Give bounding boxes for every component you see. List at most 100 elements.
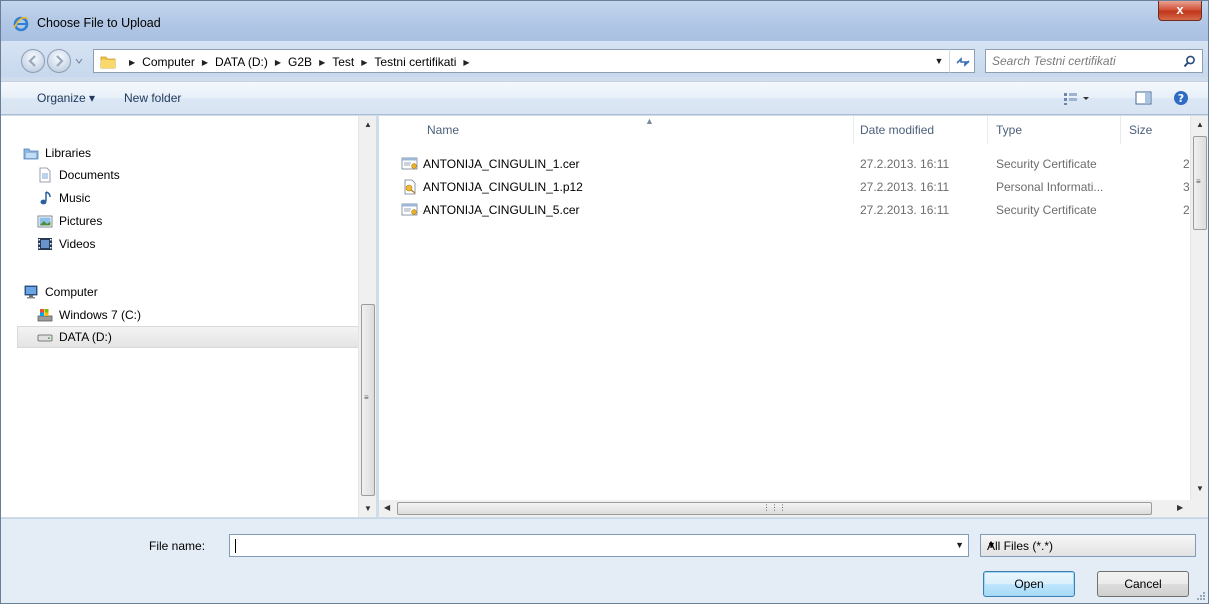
close-button[interactable]: x (1158, 1, 1202, 21)
bottom-panel: File name: ▼ All Files (*.*) ▼ Open Canc… (1, 518, 1208, 603)
breadcrumb-test[interactable]: Test (332, 55, 354, 69)
window-title: Choose File to Upload (37, 16, 161, 30)
file-row[interactable]: ANTONIJA_CINGULIN_1.cer 27.2.2013. 16:11… (397, 153, 1197, 175)
address-row: ▶ Computer ▶ DATA (D:) ▶ G2B ▶ Test ▶ Te… (1, 41, 1208, 77)
nav-videos-label: Videos (59, 237, 96, 251)
address-bar[interactable]: ▶ Computer ▶ DATA (D:) ▶ G2B ▶ Test ▶ Te… (93, 49, 975, 73)
file-type-select[interactable]: All Files (*.*) ▼ (980, 534, 1196, 557)
file-list-scroll-thumb[interactable]: ≡ (1193, 136, 1207, 230)
column-name[interactable]: Name (427, 123, 459, 137)
search-icon[interactable] (1183, 55, 1196, 68)
title-bar[interactable]: Choose File to Upload x (1, 1, 1208, 41)
navigation-pane[interactable]: Libraries Documents Music Pictures Video… (1, 116, 373, 517)
nav-music-label: Music (59, 191, 91, 205)
file-row[interactable]: ANTONIJA_CINGULIN_5.cer 27.2.2013. 16:11… (397, 199, 1197, 221)
file-date: 27.2.2013. 16:11 (860, 203, 950, 217)
open-button[interactable]: Open (983, 571, 1075, 597)
nav-computer[interactable]: Computer (23, 281, 98, 303)
file-name: ANTONIJA_CINGULIN_5.cer (423, 203, 580, 217)
column-type[interactable]: Type (996, 123, 1022, 137)
column-header: ▲ Name Date modified Type Size (379, 116, 1191, 144)
refresh-button[interactable] (949, 49, 975, 73)
navigation-scroll-thumb[interactable]: ≡ (361, 304, 375, 496)
help-icon: ? (1174, 91, 1188, 105)
column-size[interactable]: Size (1129, 123, 1152, 137)
forward-button[interactable] (47, 49, 71, 73)
nav-music[interactable]: Music (37, 187, 90, 209)
nav-drive-c[interactable]: Windows 7 (C:) (37, 304, 141, 326)
back-arrow-icon (28, 55, 36, 67)
file-upload-dialog: Choose File to Upload x ▶ Computer ▶ DAT… (0, 0, 1209, 604)
scroll-right-arrow-icon[interactable]: ▶ (1177, 503, 1183, 512)
preview-pane-button[interactable] (1135, 90, 1153, 109)
breadcrumb-g2b[interactable]: G2B (288, 55, 312, 69)
file-name-label: File name: (149, 539, 206, 553)
file-type: Security Certificate (996, 157, 1097, 171)
breadcrumb-arrow-icon[interactable]: ▶ (129, 58, 135, 67)
refresh-icon (956, 57, 970, 67)
address-dropdown-button[interactable]: ▼ (929, 49, 949, 73)
nav-documents[interactable]: Documents (37, 164, 120, 186)
videos-icon (38, 238, 52, 250)
recent-pages-dropdown-icon[interactable] (75, 57, 83, 65)
chevron-down-icon: ▼ (987, 540, 996, 550)
scroll-up-arrow-icon[interactable]: ▲ (359, 120, 377, 129)
scroll-down-arrow-icon[interactable]: ▼ (1191, 484, 1209, 493)
breadcrumb-arrow-icon[interactable]: ▶ (319, 58, 325, 67)
nav-pictures[interactable]: Pictures (37, 210, 102, 232)
certificate-icon (401, 157, 418, 170)
search-box[interactable] (985, 49, 1203, 73)
change-view-button[interactable] (1063, 90, 1093, 109)
chevron-down-icon[interactable]: ▼ (955, 540, 964, 550)
column-separator[interactable] (987, 116, 988, 144)
horizontal-scroll-thumb[interactable]: ⋮⋮⋮ (397, 502, 1152, 515)
nav-drive-d[interactable]: DATA (D:) (17, 326, 372, 348)
windows-drive-icon (37, 309, 53, 322)
breadcrumb-arrow-icon[interactable]: ▶ (361, 58, 367, 67)
computer-icon (24, 285, 38, 299)
text-cursor (235, 539, 236, 553)
help-button[interactable]: ? (1173, 90, 1189, 109)
back-button[interactable] (21, 49, 45, 73)
file-list[interactable]: ▲ Name Date modified Type Size ANTONIJA_… (379, 116, 1208, 517)
sort-ascending-icon: ▲ (645, 116, 654, 126)
nav-videos[interactable]: Videos (37, 233, 95, 255)
file-name-combobox[interactable]: ▼ (229, 534, 969, 557)
scroll-down-arrow-icon[interactable]: ▼ (359, 504, 377, 513)
breadcrumb-computer[interactable]: Computer (142, 55, 195, 69)
file-name: ANTONIJA_CINGULIN_1.cer (423, 157, 580, 171)
svg-text:?: ? (1178, 92, 1184, 105)
cancel-button[interactable]: Cancel (1097, 571, 1189, 597)
libraries-icon (23, 148, 39, 160)
breadcrumb-testni-certifikati[interactable]: Testni certifikati (374, 55, 456, 69)
column-date-modified[interactable]: Date modified (860, 123, 934, 137)
file-name-input[interactable] (230, 535, 930, 556)
music-icon (40, 191, 51, 205)
column-separator[interactable] (853, 116, 854, 144)
nav-pictures-label: Pictures (59, 214, 103, 228)
file-list-horizontal-scrollbar[interactable]: ◀ ⋮⋮⋮ ▶ (379, 500, 1189, 517)
personal-info-icon (404, 179, 416, 195)
organize-button[interactable]: Organize ▾ (37, 91, 95, 105)
breadcrumb-arrow-icon[interactable]: ▶ (202, 58, 208, 67)
breadcrumb-arrow-icon[interactable]: ▶ (275, 58, 281, 67)
file-row[interactable]: ANTONIJA_CINGULIN_1.p12 27.2.2013. 16:11… (397, 176, 1197, 198)
nav-libraries[interactable]: Libraries (23, 142, 91, 164)
folder-icon (100, 56, 116, 69)
navigation-scrollbar[interactable]: ▲ ≡ ▼ (358, 116, 376, 517)
file-type: Security Certificate (996, 203, 1097, 217)
file-list-scrollbar[interactable]: ▲ ≡ ▼ (1190, 116, 1208, 500)
new-folder-button[interactable]: New folder (124, 91, 181, 105)
search-input[interactable] (992, 51, 1172, 71)
resize-grip-icon[interactable] (1196, 591, 1206, 601)
breadcrumb-arrow-icon[interactable]: ▶ (463, 58, 469, 67)
column-separator[interactable] (1120, 116, 1121, 144)
grip-icon: ⋮⋮⋮ (762, 503, 787, 512)
chevron-down-icon: ▼ (934, 56, 944, 66)
breadcrumb-data-drive[interactable]: DATA (D:) (215, 55, 268, 69)
file-type: Personal Informati... (996, 180, 1104, 194)
scroll-left-arrow-icon[interactable]: ◀ (384, 503, 390, 512)
grip-icon: ≡ (1196, 177, 1201, 186)
hard-drive-icon (37, 334, 53, 342)
scroll-up-arrow-icon[interactable]: ▲ (1191, 120, 1209, 129)
